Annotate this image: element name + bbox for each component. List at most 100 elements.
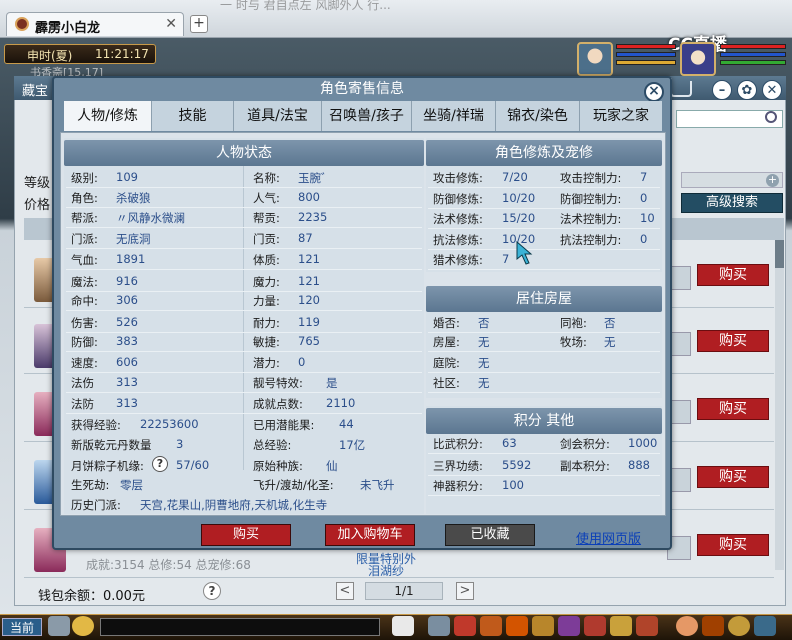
score-label: 三界功绩: — [433, 459, 483, 473]
row-separator — [428, 475, 660, 476]
used-fruit-label: 已用潜能果: — [253, 418, 315, 432]
row-separator — [66, 291, 422, 292]
new-tab-button[interactable]: + — [190, 15, 208, 33]
pet-mp-bar — [720, 52, 786, 57]
row-separator — [428, 187, 660, 188]
tab-costumes[interactable]: 锦衣/染色 — [496, 101, 580, 131]
prev-page-button[interactable]: < — [336, 582, 354, 600]
score-value: 5592 — [502, 458, 532, 472]
house-value: 否 — [478, 316, 490, 330]
list-scroll-thumb[interactable] — [775, 240, 784, 268]
qianyuan-value: 3 — [176, 437, 184, 451]
stat-label: 体质: — [253, 253, 280, 267]
stat-label: 人气: — [253, 191, 280, 205]
stat-value: 526 — [116, 315, 138, 329]
status-divider — [243, 166, 244, 470]
score-label: 比武积分: — [433, 437, 483, 451]
mooncake-help-icon[interactable]: ? — [152, 456, 168, 472]
buy-button[interactable]: 购买 — [697, 330, 769, 352]
chat-input[interactable] — [100, 618, 380, 636]
stat-value: 313 — [116, 375, 138, 389]
cultivation-value: 7 — [640, 170, 648, 184]
tab-close-icon[interactable]: ✕ — [165, 16, 177, 32]
cultivation-label: 防御控制力: — [560, 192, 622, 206]
pet-avatar[interactable] — [680, 42, 716, 76]
stat-value: 2235 — [298, 210, 328, 224]
row-separator — [428, 351, 660, 352]
tab-mounts[interactable]: 坐骑/祥瑞 — [412, 101, 496, 131]
row-separator — [428, 453, 660, 454]
team-icon[interactable] — [480, 616, 502, 636]
row-separator — [428, 228, 660, 229]
cart-icon[interactable] — [666, 78, 692, 97]
buy-button[interactable]: 购买 — [697, 534, 769, 556]
race-label: 原始种族: — [253, 459, 303, 473]
row-separator — [66, 227, 422, 228]
advanced-search-button[interactable]: 高级搜索 — [681, 193, 783, 213]
emoji-icon[interactable] — [72, 616, 94, 636]
quest-icon[interactable] — [558, 616, 580, 636]
price-filter-label: 价格 — [24, 198, 51, 213]
mooncake-label: 月饼粽子机缘: — [71, 459, 144, 473]
game-season: 申时(夏) — [27, 49, 73, 63]
buy-button[interactable]: 购买 — [697, 264, 769, 286]
microphone-icon[interactable] — [48, 616, 70, 636]
buy-now-button[interactable]: 购买 — [201, 524, 291, 546]
row-separator — [428, 372, 660, 373]
gift-icon[interactable] — [506, 616, 528, 636]
help-center-icon[interactable] — [728, 616, 750, 636]
next-page-button[interactable]: > — [456, 582, 474, 600]
listing-link[interactable]: 泪湖纱 — [368, 562, 404, 579]
tab-home[interactable]: 玩家之家 — [580, 101, 662, 131]
window-close-icon[interactable]: ✕ — [762, 80, 782, 100]
menu-icon[interactable] — [754, 616, 776, 636]
expand-filter-icon[interactable]: + — [766, 174, 779, 187]
life-death-value: 零层 — [120, 478, 143, 492]
row-separator — [66, 207, 422, 208]
fruit-icon[interactable] — [676, 616, 698, 636]
score-value: 63 — [502, 436, 517, 450]
pet-icon[interactable] — [392, 616, 414, 636]
shop-icon[interactable] — [610, 616, 632, 636]
tab-pets[interactable]: 召唤兽/孩子 — [322, 101, 412, 131]
listing-summary: 成就:3154 总修:54 总宠修:68 — [86, 558, 251, 572]
house-value: 无 — [478, 376, 490, 390]
modal-tab-bar: 人物/修炼 技能 道具/法宝 召唤兽/孩子 坐骑/祥瑞 锦衣/染色 玩家之家 — [64, 101, 662, 131]
minimize-icon[interactable]: – — [712, 80, 732, 100]
search-icon[interactable] — [765, 111, 777, 123]
weapon-icon[interactable] — [428, 616, 450, 636]
chat-channel-button[interactable]: 当前 — [2, 618, 42, 636]
game-time: 11:21:17 — [95, 47, 149, 61]
add-to-cart-button[interactable]: 加入购物车 — [325, 524, 415, 546]
cultivation-value: 15/20 — [502, 211, 536, 225]
cultivation-value: 7/20 — [502, 170, 528, 184]
cultivation-value: 7 — [502, 252, 510, 266]
buy-button[interactable]: 购买 — [697, 398, 769, 420]
list-scrollbar[interactable] — [775, 240, 784, 570]
player-avatar[interactable] — [577, 42, 613, 76]
browser-tab[interactable]: 霹雳小白龙 ✕ — [6, 12, 184, 36]
cultivation-label: 法术控制力: — [560, 212, 622, 226]
row-separator — [66, 332, 422, 333]
tab-skills[interactable]: 技能 — [152, 101, 234, 131]
mail-icon[interactable] — [532, 616, 554, 636]
score-value: 1000 — [628, 436, 658, 450]
bag-icon[interactable] — [454, 616, 476, 636]
system-icon[interactable] — [702, 616, 724, 636]
skill-icon[interactable] — [584, 616, 606, 636]
web-version-link[interactable]: 使用网页版 — [576, 528, 641, 547]
settings-icon[interactable]: ✿ — [737, 80, 757, 100]
favorited-button[interactable]: 已收藏 — [445, 524, 535, 546]
cultivation-value: 10 — [640, 211, 655, 225]
house-label: 社区: — [433, 376, 460, 390]
tab-character[interactable]: 人物/修炼 — [64, 101, 152, 131]
buy-button[interactable]: 购买 — [697, 466, 769, 488]
help-icon[interactable]: ? — [203, 582, 221, 600]
modal-close-icon[interactable]: × — [644, 82, 664, 102]
stat-label: 法防 — [71, 397, 94, 411]
row-separator — [428, 208, 660, 209]
stat-value: 306 — [116, 293, 138, 307]
house-value: 无 — [478, 356, 490, 370]
tab-items[interactable]: 道具/法宝 — [234, 101, 322, 131]
friend-icon[interactable] — [636, 616, 658, 636]
